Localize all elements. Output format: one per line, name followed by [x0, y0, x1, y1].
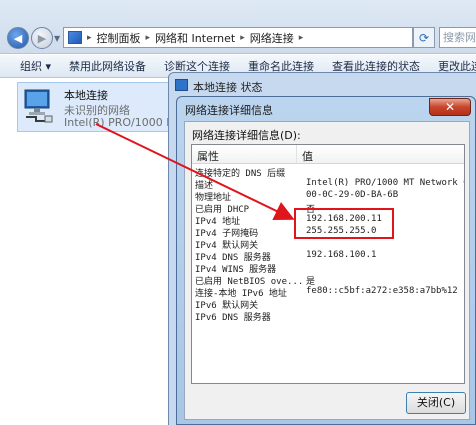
row-property: IPv6 DNS 服务器 — [195, 313, 271, 323]
list-header: 属性 值 — [192, 145, 464, 164]
table-row[interactable]: IPv6 DNS 服务器 — [192, 310, 464, 323]
details-caption: 网络连接详细信息(D): — [192, 129, 301, 142]
column-header-value[interactable]: 值 — [302, 148, 313, 164]
row-value: 192.168.100.1 — [306, 250, 377, 260]
close-icon: ✕ — [444, 100, 456, 114]
history-dropdown-icon[interactable]: ▼ — [54, 34, 60, 43]
table-row[interactable]: 已启用 NetBIOS ove... 是 — [192, 274, 464, 287]
connection-name: 本地连接 — [64, 89, 108, 102]
network-adapter-icon — [24, 89, 53, 123]
table-row[interactable]: IPv4 默认网关 — [192, 238, 464, 251]
network-status-icon — [175, 79, 188, 91]
details-dialog: 网络连接详细信息 ✕ 网络连接详细信息(D): 属性 值 连接特定的 DNS 后… — [176, 96, 476, 425]
disable-device-button[interactable]: 禁用此网络设备 — [60, 58, 155, 74]
address-breadcrumb[interactable]: ▸ 控制面板 ▸ 网络和 Internet ▸ 网络连接 ▸ — [63, 27, 413, 48]
forward-arrow-icon: ▶ — [37, 31, 47, 45]
explorer-address-bar: ◀ ▶ ▼ ▸ 控制面板 ▸ 网络和 Internet ▸ 网络连接 ▸ ⟳ 搜… — [0, 0, 476, 54]
back-arrow-icon: ◀ — [13, 31, 23, 45]
refresh-icon: ⟳ — [418, 30, 430, 45]
ip-highlight-box — [294, 208, 394, 239]
dialog-close-button[interactable]: ✕ — [429, 98, 471, 116]
organize-menu[interactable]: 组织 ▾ — [0, 58, 60, 74]
close-button[interactable]: 关闭(C) — [406, 392, 466, 414]
forward-button[interactable]: ▶ — [31, 27, 53, 49]
column-header-property[interactable]: 属性 — [197, 148, 219, 164]
table-row[interactable]: 描述Intel(R) PRO/1000 MT Network Conn — [192, 178, 464, 191]
dialog-body: 网络连接详细信息(D): 属性 值 连接特定的 DNS 后缀 描述 Intel(R)… — [184, 121, 470, 420]
table-row[interactable]: IPv6 默认网关 — [192, 298, 464, 311]
dialog-title: 网络连接详细信息 — [185, 104, 273, 117]
row-value: Intel(R) PRO/1000 MT Network Conn — [306, 178, 464, 188]
row-value: fe80::c5bf:a272:e358:a7bb%12 — [306, 286, 458, 296]
table-row[interactable]: IPv4 DNS 服务器 192.168.100.1 — [192, 250, 464, 263]
table-row[interactable]: 连接特定的 DNS 后缀 — [192, 166, 464, 179]
table-row[interactable]: 连接-本地 IPv6 地址 fe80::c5bf:a272:e358:a7bb%1… — [192, 286, 464, 299]
table-row[interactable]: IPv4 WINS 服务器 — [192, 262, 464, 275]
refresh-button[interactable]: ⟳ — [413, 27, 435, 48]
search-input[interactable]: 搜索网络连接 — [439, 27, 476, 48]
control-panel-icon — [68, 31, 82, 44]
details-list[interactable]: 属性 值 连接特定的 DNS 后缀 描述 Intel(R) PRO/1000 MT … — [191, 144, 465, 384]
back-button[interactable]: ◀ — [7, 27, 29, 49]
row-value: 00-0C-29-0D-BA-6B — [306, 190, 399, 200]
status-window-title: 本地连接 状态 — [193, 81, 263, 94]
breadcrumb-item-network-internet[interactable]: 网络和 Internet — [155, 30, 235, 46]
breadcrumb-item-network-connections[interactable]: 网络连接 — [250, 30, 294, 46]
table-row[interactable]: 物理地址 00-0C-29-0D-BA-6B — [192, 190, 464, 203]
breadcrumb-item-control-panel[interactable]: 控制面板 — [97, 30, 141, 46]
